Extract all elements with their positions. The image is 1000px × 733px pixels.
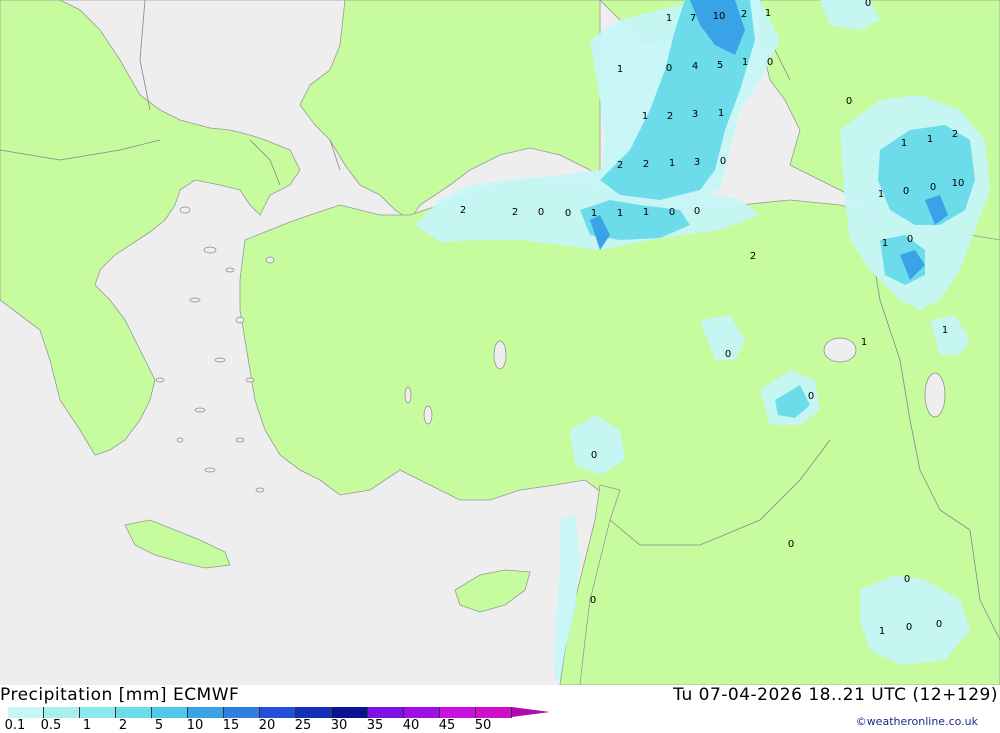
precip-value-label: 1	[942, 325, 948, 336]
precip-value-label: 1	[927, 134, 933, 145]
legend-tick-label: 30	[330, 718, 348, 733]
legend-tick-label: 40	[402, 718, 420, 733]
lake-egirdir	[404, 386, 412, 404]
precip-value-label: 1	[643, 207, 649, 218]
precip-value-label: 1	[878, 189, 884, 200]
chart-title: Precipitation [mm] ECMWF	[0, 685, 240, 705]
legend-tick-label: 15	[222, 718, 240, 733]
precip-value-label: 1	[901, 138, 907, 149]
lake-tuz	[493, 340, 507, 370]
precip-value-label: 1	[617, 64, 623, 75]
precip-value-label: 1	[861, 337, 867, 348]
precip-value-label: 2	[617, 160, 623, 171]
precip-value-label: 0	[930, 182, 936, 193]
precip-value-label: 10	[713, 11, 726, 22]
precip-value-label: 2	[512, 207, 518, 218]
legend-tick-label: 25	[294, 718, 312, 733]
legend-swatch	[188, 707, 224, 718]
legend-tick-label: 1	[82, 718, 92, 733]
legend-swatch	[476, 707, 512, 718]
precip-value-label: 1	[591, 208, 597, 219]
color-legend	[8, 707, 550, 718]
precip-value-label: 2	[667, 111, 673, 122]
legend-arrow	[512, 707, 550, 717]
precip-value-label: 1	[879, 626, 885, 637]
precip-value-label: 0	[565, 208, 571, 219]
precip-value-label: 0	[694, 206, 700, 217]
precip-value-label: 0	[788, 539, 794, 550]
precip-value-label: 2	[460, 205, 466, 216]
lake-beysehir	[423, 405, 433, 425]
precip-value-label: 0	[808, 391, 814, 402]
legend-tick-label: 35	[366, 718, 384, 733]
map-canvas: 1 7 10 2 101 0 4 5 1 001 2 3 102 2 1 32 2 0 0 1 1 1 0 01 1 21 0 0 10…	[0, 0, 1000, 685]
precip-value-label: 0	[904, 574, 910, 585]
lake-urmia	[924, 372, 946, 418]
precip-value-label: 3	[692, 109, 698, 120]
legend-tick-label: 0.5	[40, 718, 62, 733]
legend-tick-label: 10	[186, 718, 204, 733]
legend-swatch	[224, 707, 260, 718]
precip-value-label: 2	[750, 251, 756, 262]
legend-swatch	[44, 707, 80, 718]
precip-value-label: 0	[767, 57, 773, 68]
precip-value-label: 1	[617, 208, 623, 219]
precip-value-label: 0	[538, 207, 544, 218]
precip-value-label: 1	[765, 8, 771, 19]
precip-value-label: 0	[666, 63, 672, 74]
precip-value-label: 1	[718, 108, 724, 119]
legend-swatch	[332, 707, 368, 718]
credit-link[interactable]: ©weatheronline.co.uk	[856, 715, 978, 728]
precip-value-label: 10	[952, 178, 965, 189]
precip-value-label: 1	[669, 158, 675, 169]
footer: Precipitation [mm] ECMWF Tu 07-04-2026 1…	[0, 685, 1000, 733]
precip-value-label: 2	[952, 129, 958, 140]
precip-value-label: 1	[642, 111, 648, 122]
precip-value-label: 1	[666, 13, 672, 24]
legend-tick-label: 5	[154, 718, 164, 733]
precip-value-label: 0	[903, 186, 909, 197]
legend-swatch	[152, 707, 188, 718]
precip-value-label: 7	[690, 13, 696, 24]
lake-van	[823, 337, 857, 363]
precip-value-label: 2	[643, 159, 649, 170]
valid-time: Tu 07-04-2026 18..21 UTC (12+129)	[673, 685, 998, 705]
precip-value-label: 0	[846, 96, 852, 107]
precip-value-label: 4	[692, 61, 698, 72]
legend-swatch	[404, 707, 440, 718]
legend-tick-label: 50	[474, 718, 492, 733]
legend-tick-label: 0.1	[4, 718, 26, 733]
legend-tick-labels: 0.1 0.5 1 2 5 10 15 20 25 30 35 40 45 50	[0, 718, 540, 733]
legend-swatch	[296, 707, 332, 718]
precip-value-label: 0	[725, 349, 731, 360]
precip-value-label: 1	[882, 238, 888, 249]
legend-tick-label: 45	[438, 718, 456, 733]
legend-swatch	[8, 707, 44, 718]
legend-swatch	[440, 707, 476, 718]
precip-value-label: 1	[742, 57, 748, 68]
precip-value-label: 2	[741, 9, 747, 20]
legend-tick-label: 2	[118, 718, 128, 733]
precip-value-label: 0	[865, 0, 871, 9]
legend-swatch	[368, 707, 404, 718]
legend-tick-label: 20	[258, 718, 276, 733]
legend-swatch	[80, 707, 116, 718]
precip-value-label: 0	[669, 207, 675, 218]
precip-value-label: 0	[936, 619, 942, 630]
precip-value-label: 0	[907, 234, 913, 245]
precip-value-label: 0	[720, 156, 726, 167]
legend-swatch	[260, 707, 296, 718]
precip-value-label: 5	[717, 60, 723, 71]
precipitation-map: 1 7 10 2 1 0 1 0 4 5 1 0 0 1 2 3 1 0 2 2 1 3 2 2 0 0 1 1 1 0 0 1 1 2 1 0 0 10…	[0, 0, 1000, 685]
precip-value-label: 0	[590, 595, 596, 606]
precip-value-label: 0	[906, 622, 912, 633]
precip-value-label: 3	[694, 157, 700, 168]
precip-value-label: 0	[591, 450, 597, 461]
legend-swatch	[116, 707, 152, 718]
